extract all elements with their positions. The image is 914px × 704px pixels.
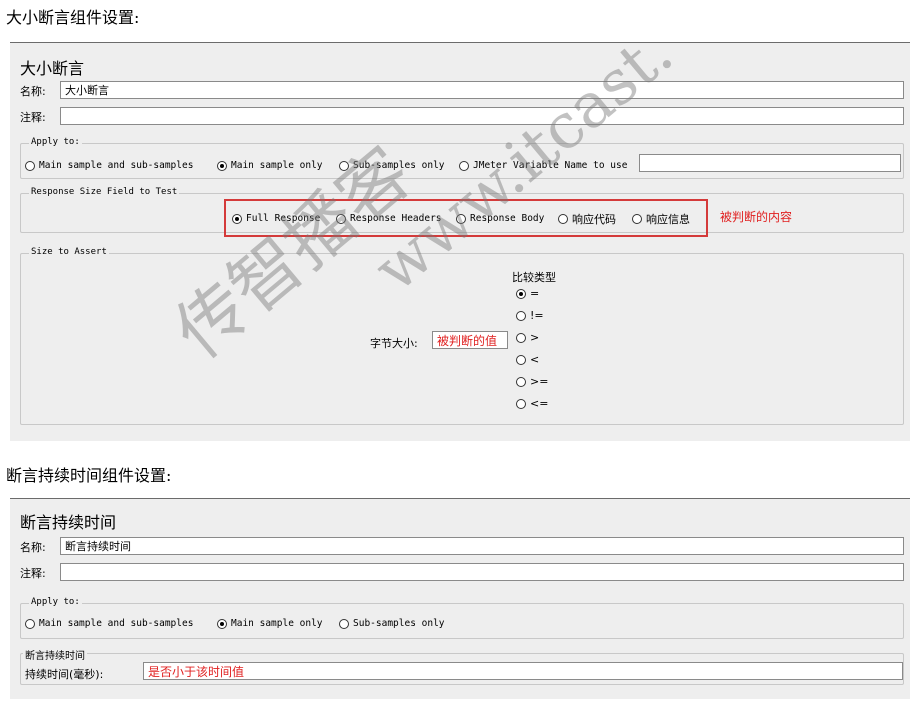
radio-icon bbox=[516, 310, 526, 321]
radio-icon bbox=[516, 376, 526, 387]
apply-sub-only-radio[interactable]: Sub-samples only bbox=[339, 160, 445, 171]
response-field-legend: Response Size Field to Test bbox=[29, 187, 180, 197]
name-input[interactable]: 断言持续时间 bbox=[60, 537, 904, 555]
comment-input[interactable] bbox=[60, 563, 904, 581]
duration-legend: 断言持续时间 bbox=[23, 647, 87, 662]
radio-label: < bbox=[530, 353, 540, 366]
radio-label: >= bbox=[530, 375, 549, 388]
operator-ne-radio[interactable]: != bbox=[516, 309, 544, 322]
response-headers-radio[interactable]: Response Headers bbox=[336, 213, 442, 224]
radio-label: = bbox=[530, 287, 540, 300]
panel-title: 大小断言 bbox=[20, 59, 85, 78]
name-row: 名称: 大小断言 bbox=[20, 81, 904, 101]
response-body-radio[interactable]: Response Body bbox=[456, 213, 544, 224]
response-message-radio[interactable]: 响应信息 bbox=[632, 211, 690, 227]
apply-main-and-sub-radio[interactable]: Main sample and sub-samples bbox=[25, 618, 193, 629]
apply-main-and-sub-radio[interactable]: Main sample and sub-samples bbox=[25, 160, 193, 171]
panel-title: 断言持续时间 bbox=[20, 513, 117, 532]
radio-icon bbox=[516, 398, 526, 409]
compare-type-label: 比较类型 bbox=[512, 271, 556, 284]
apply-jmeter-variable-radio[interactable]: JMeter Variable Name to use bbox=[459, 160, 627, 171]
radio-label: Full Response bbox=[246, 213, 321, 224]
name-label: 名称: bbox=[20, 85, 46, 98]
radio-label: Main sample only bbox=[231, 618, 323, 629]
radio-label: > bbox=[530, 331, 540, 344]
section-heading-duration-assertion: 断言持续时间组件设置: bbox=[6, 466, 172, 485]
radio-label: Response Body bbox=[470, 213, 545, 224]
response-code-radio[interactable]: 响应代码 bbox=[558, 211, 616, 227]
apply-to-legend: Apply to: bbox=[29, 137, 82, 147]
radio-selected-icon bbox=[217, 618, 227, 629]
radio-icon bbox=[456, 213, 466, 224]
radio-label: Response Headers bbox=[350, 213, 442, 224]
name-row: 名称: 断言持续时间 bbox=[20, 537, 904, 557]
apply-sub-only-radio[interactable]: Sub-samples only bbox=[339, 618, 445, 629]
comment-row: 注释: bbox=[20, 107, 904, 127]
name-label: 名称: bbox=[20, 541, 46, 554]
radio-icon bbox=[339, 160, 349, 171]
operator-eq-radio[interactable]: = bbox=[516, 287, 539, 300]
radio-icon bbox=[336, 213, 346, 224]
radio-icon bbox=[339, 618, 349, 629]
radio-label: 响应代码 bbox=[572, 213, 616, 226]
radio-label: 响应信息 bbox=[646, 213, 690, 226]
byte-size-label: 字节大小: bbox=[370, 337, 418, 350]
radio-icon bbox=[632, 214, 642, 224]
comment-row: 注释: bbox=[20, 563, 904, 583]
operator-gt-radio[interactable]: > bbox=[516, 331, 539, 344]
radio-icon bbox=[516, 354, 526, 365]
apply-to-legend: Apply to: bbox=[29, 597, 82, 607]
radio-icon bbox=[25, 160, 35, 171]
duration-label: 持续时间(毫秒): bbox=[25, 668, 104, 681]
operator-lt-radio[interactable]: < bbox=[516, 353, 539, 366]
radio-label: Main sample and sub-samples bbox=[39, 160, 194, 171]
comment-label: 注释: bbox=[20, 567, 46, 580]
radio-icon bbox=[558, 214, 568, 224]
radio-label: JMeter Variable Name to use bbox=[473, 160, 628, 171]
radio-label: <= bbox=[530, 397, 549, 410]
comment-input[interactable] bbox=[60, 107, 904, 125]
apply-main-only-radio[interactable]: Main sample only bbox=[217, 618, 323, 629]
full-response-radio[interactable]: Full Response bbox=[232, 213, 320, 224]
radio-label: != bbox=[530, 309, 544, 322]
radio-label: Main sample only bbox=[231, 160, 323, 171]
size-assertion-panel: 大小断言 名称: 大小断言 注释: Apply to: Main sample … bbox=[10, 42, 910, 441]
annotation-judged-content: 被判断的内容 bbox=[720, 210, 793, 224]
radio-label: Sub-samples only bbox=[353, 618, 445, 629]
apply-main-only-radio[interactable]: Main sample only bbox=[217, 160, 323, 171]
name-input[interactable]: 大小断言 bbox=[60, 81, 904, 99]
radio-icon bbox=[25, 618, 35, 629]
radio-selected-icon bbox=[217, 160, 227, 171]
radio-icon bbox=[516, 332, 526, 343]
section-heading-size-assertion: 大小断言组件设置: bbox=[6, 8, 140, 27]
radio-icon bbox=[459, 160, 469, 171]
byte-size-input[interactable]: 被判断的值 bbox=[432, 331, 508, 349]
operator-ge-radio[interactable]: >= bbox=[516, 375, 548, 388]
radio-selected-icon bbox=[516, 288, 526, 299]
duration-assertion-panel: 断言持续时间 名称: 断言持续时间 注释: Apply to: Main sam… bbox=[10, 498, 910, 699]
operator-le-radio[interactable]: <= bbox=[516, 397, 548, 410]
comment-label: 注释: bbox=[20, 111, 46, 124]
radio-label: Sub-samples only bbox=[353, 160, 445, 171]
radio-selected-icon bbox=[232, 213, 242, 224]
apply-to-group: Apply to: Main sample and sub-samples Ma… bbox=[20, 137, 904, 179]
size-to-assert-legend: Size to Assert bbox=[29, 247, 109, 257]
jmeter-variable-input[interactable] bbox=[639, 154, 901, 172]
duration-group: 断言持续时间 持续时间(毫秒): 是否小于该时间值 bbox=[20, 647, 904, 685]
duration-input[interactable]: 是否小于该时间值 bbox=[143, 662, 903, 680]
radio-label: Main sample and sub-samples bbox=[39, 618, 194, 629]
apply-to-group: Apply to: Main sample and sub-samples Ma… bbox=[20, 597, 904, 639]
